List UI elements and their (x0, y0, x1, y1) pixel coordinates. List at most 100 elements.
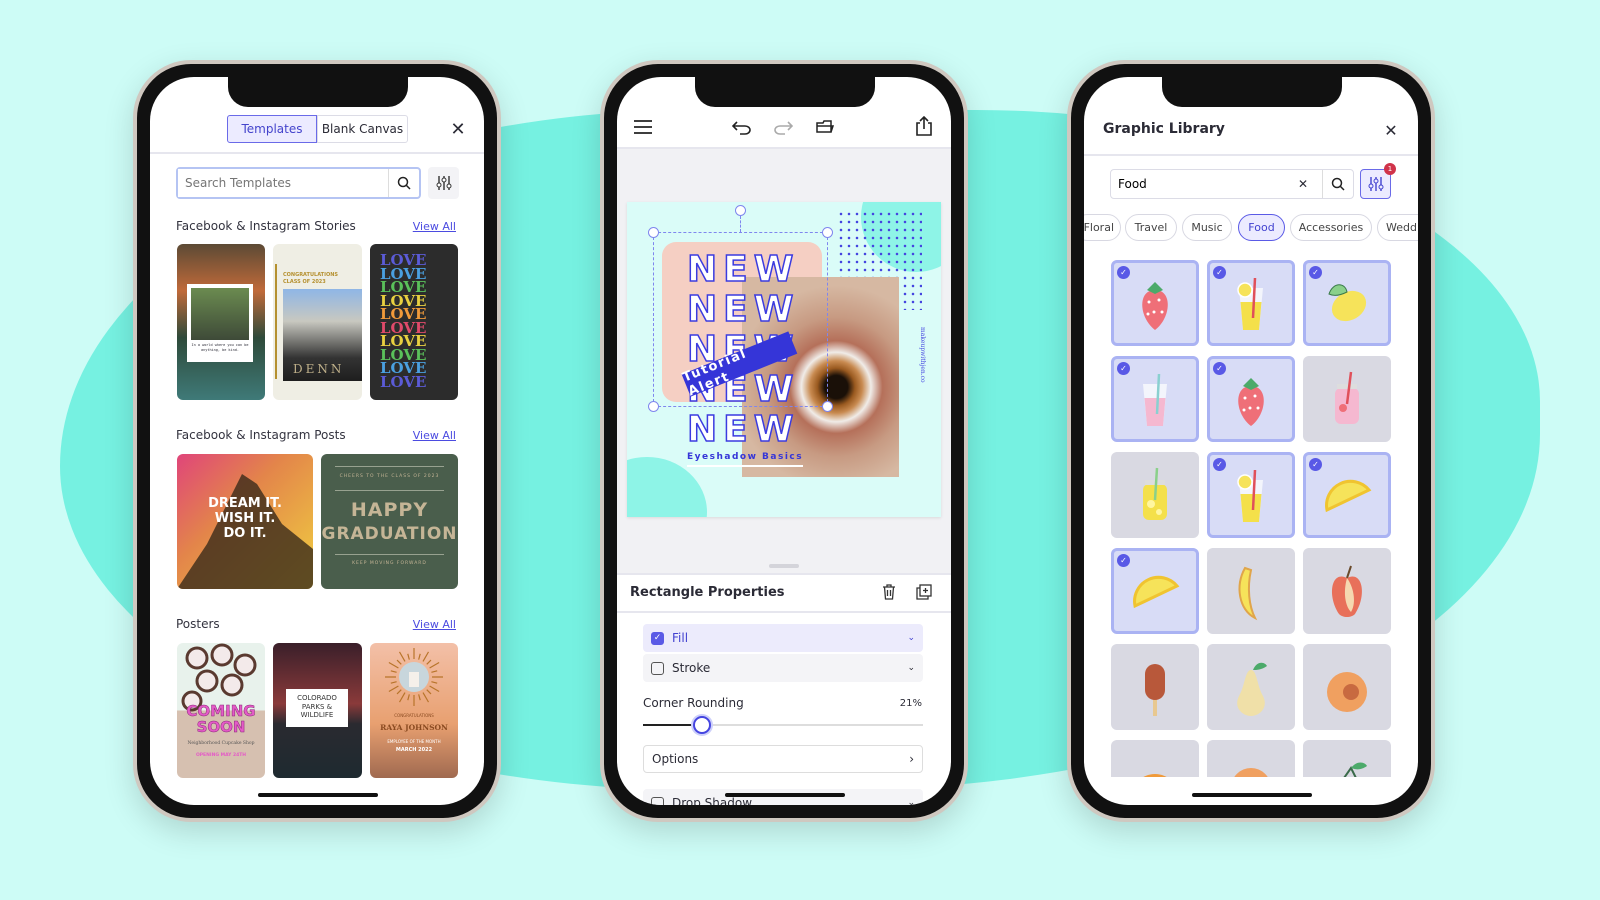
check-icon: ✓ (1309, 458, 1322, 471)
graphic-tile-peach[interactable] (1303, 644, 1391, 730)
duplicate-icon[interactable] (915, 582, 933, 602)
peach-icon (1327, 672, 1367, 712)
apple-icon (1332, 565, 1362, 617)
poster-title: RAYA JOHNSON (380, 723, 448, 732)
layers-icon[interactable] (815, 117, 835, 137)
popsicle-icon (1145, 664, 1165, 716)
filter-button[interactable] (428, 167, 459, 199)
close-icon[interactable]: ✕ (448, 119, 468, 140)
resize-handle[interactable] (648, 401, 659, 412)
chevron-down-icon[interactable]: ⌄ (907, 633, 915, 643)
strawberry-icon (1142, 282, 1168, 330)
graphic-library-screen: Graphic Library ✕ ✕ 1 Floral Travel Musi… (1084, 77, 1418, 805)
view-all-posts-link[interactable]: View All (413, 429, 456, 442)
templates-screen: Templates Blank Canvas ✕ Facebook & Inst… (150, 77, 484, 805)
template-coming-soon[interactable]: COMING SOON Neighborhood Cupcake Shop OP… (177, 643, 265, 778)
graphic-tile-orange[interactable] (1111, 740, 1199, 777)
menu-icon[interactable] (633, 117, 653, 137)
poster-top: CONGRATULATIONS (394, 713, 434, 718)
check-icon: ✓ (1213, 362, 1226, 375)
tab-templates[interactable]: Templates (227, 115, 317, 143)
rotate-handle[interactable] (735, 205, 746, 216)
resize-handle[interactable] (648, 227, 659, 238)
graphic-tile-pink-jar[interactable] (1303, 356, 1391, 442)
graphic-tile-pink-drink[interactable]: ✓ (1111, 356, 1199, 442)
handle-text: makeupwithjen.co (919, 327, 926, 383)
corner-rounding-slider[interactable] (643, 716, 923, 734)
section-title-posts: Facebook & Instagram Posts (176, 428, 346, 442)
redo-icon[interactable] (773, 117, 793, 137)
stroke-checkbox[interactable] (651, 661, 664, 675)
fill-row[interactable]: ✓ Fill ⌄ (643, 624, 923, 652)
stroke-row[interactable]: Stroke ⌄ (643, 654, 923, 682)
pink-drink-icon (1143, 373, 1167, 426)
graphic-tile-peach[interactable] (1207, 740, 1295, 777)
divider (617, 573, 951, 575)
graphic-tile-lemonade-glass[interactable]: ✓ (1207, 260, 1295, 346)
poster-line: COLORADO (297, 694, 337, 702)
poster-date: OPENING MAY 24TH (195, 753, 247, 758)
trash-icon[interactable] (880, 582, 898, 602)
chevron-down-icon[interactable]: ⌄ (907, 798, 915, 805)
selection-box[interactable] (653, 232, 828, 407)
headline-text: NEW (686, 409, 800, 451)
template-love-is-love[interactable]: LOVE LOVE LOVE LOVE LOVE LOVE LOVE LOVE LOVE LOVE (370, 244, 458, 400)
share-icon[interactable] (914, 115, 934, 137)
poster-line: DREAM IT. (208, 496, 282, 511)
section-title-posters: Posters (176, 617, 220, 631)
graphic-tile-lemon-slice[interactable]: ✓ (1111, 548, 1199, 634)
photo-text: DENN (293, 362, 345, 376)
graphic-tile-banana[interactable] (1207, 548, 1295, 634)
graphic-tile-strawberry[interactable]: ✓ (1207, 356, 1295, 442)
template-forest-quote[interactable]: In a world where you can be anything, be… (177, 244, 265, 400)
search-icon[interactable] (388, 169, 419, 197)
home-indicator (1192, 793, 1312, 797)
pink-jar-icon (1335, 371, 1359, 424)
view-all-stories-link[interactable]: View All (413, 220, 456, 233)
graphic-tile-lemonade-jar[interactable] (1111, 452, 1199, 538)
template-colorado-parks[interactable]: COLORADO PARKS & WILDLIFE (273, 643, 362, 778)
template-raya-johnson[interactable]: CONGRATULATIONS RAYA JOHNSON EMPLOYEE OF… (370, 643, 458, 778)
graphic-tile-lemon-slice[interactable]: ✓ (1303, 452, 1391, 538)
drop-shadow-checkbox[interactable] (651, 796, 664, 805)
lemonade-glass-icon (1237, 277, 1263, 330)
chevron-down-icon[interactable]: ⌄ (907, 663, 915, 673)
graphic-tile-cherry[interactable] (1303, 740, 1391, 777)
search-input[interactable] (178, 169, 388, 197)
template-congrats-grad[interactable]: CONGRATULATIONS CLASS OF 2023 DENN (273, 244, 362, 400)
fill-checkbox[interactable]: ✓ (651, 631, 664, 645)
cherry-icon (1343, 762, 1367, 777)
phone-editor: NEW NEW NEW NEW NEW Tutorial Alert Eyesh… (600, 60, 968, 822)
graphic-tile-popsicle[interactable] (1111, 644, 1199, 730)
lemon-slice-icon (1133, 575, 1180, 609)
resize-handle[interactable] (822, 401, 833, 412)
divider (617, 611, 951, 613)
view-all-posters-link[interactable]: View All (413, 618, 456, 631)
graphic-tile-lemon[interactable]: ✓ (1303, 260, 1391, 346)
home-indicator (258, 793, 378, 797)
slider-thumb[interactable] (692, 716, 711, 734)
tab-blank-canvas[interactable]: Blank Canvas (317, 115, 408, 143)
poster-line: WILDLIFE (300, 711, 334, 719)
resize-handle[interactable] (822, 227, 833, 238)
corner-rounding-label: Corner Rounding (643, 696, 744, 710)
template-dream-it[interactable]: DREAM IT. WISH IT. DO IT. (177, 454, 313, 589)
panel-drag-handle[interactable] (769, 564, 799, 568)
check-icon: ✓ (1117, 266, 1130, 279)
undo-icon[interactable] (732, 117, 752, 137)
design-canvas[interactable]: NEW NEW NEW NEW NEW Tutorial Alert Eyesh… (627, 202, 941, 517)
poster-line: WISH IT. (214, 511, 276, 526)
graphic-tile-lemonade-glass[interactable]: ✓ (1207, 452, 1295, 538)
graphic-tile-pear[interactable] (1207, 644, 1295, 730)
template-happy-graduation[interactable]: CHEERS TO THE CLASS OF 2023 HAPPY GRADUA… (321, 454, 458, 589)
options-row[interactable]: Options › (643, 745, 923, 773)
drop-shadow-row[interactable]: Drop Shadow ⌄ (643, 789, 923, 805)
check-icon: ✓ (1213, 458, 1226, 471)
grad-line: GRADUATION (321, 524, 458, 544)
poster-date: MARCH 2022 (395, 747, 433, 753)
check-icon: ✓ (1309, 266, 1322, 279)
graphic-tile-apple[interactable] (1303, 548, 1391, 634)
lemon-icon (1328, 284, 1367, 322)
poster-line: COMING (186, 702, 256, 720)
graphic-tile-strawberry[interactable]: ✓ (1111, 260, 1199, 346)
